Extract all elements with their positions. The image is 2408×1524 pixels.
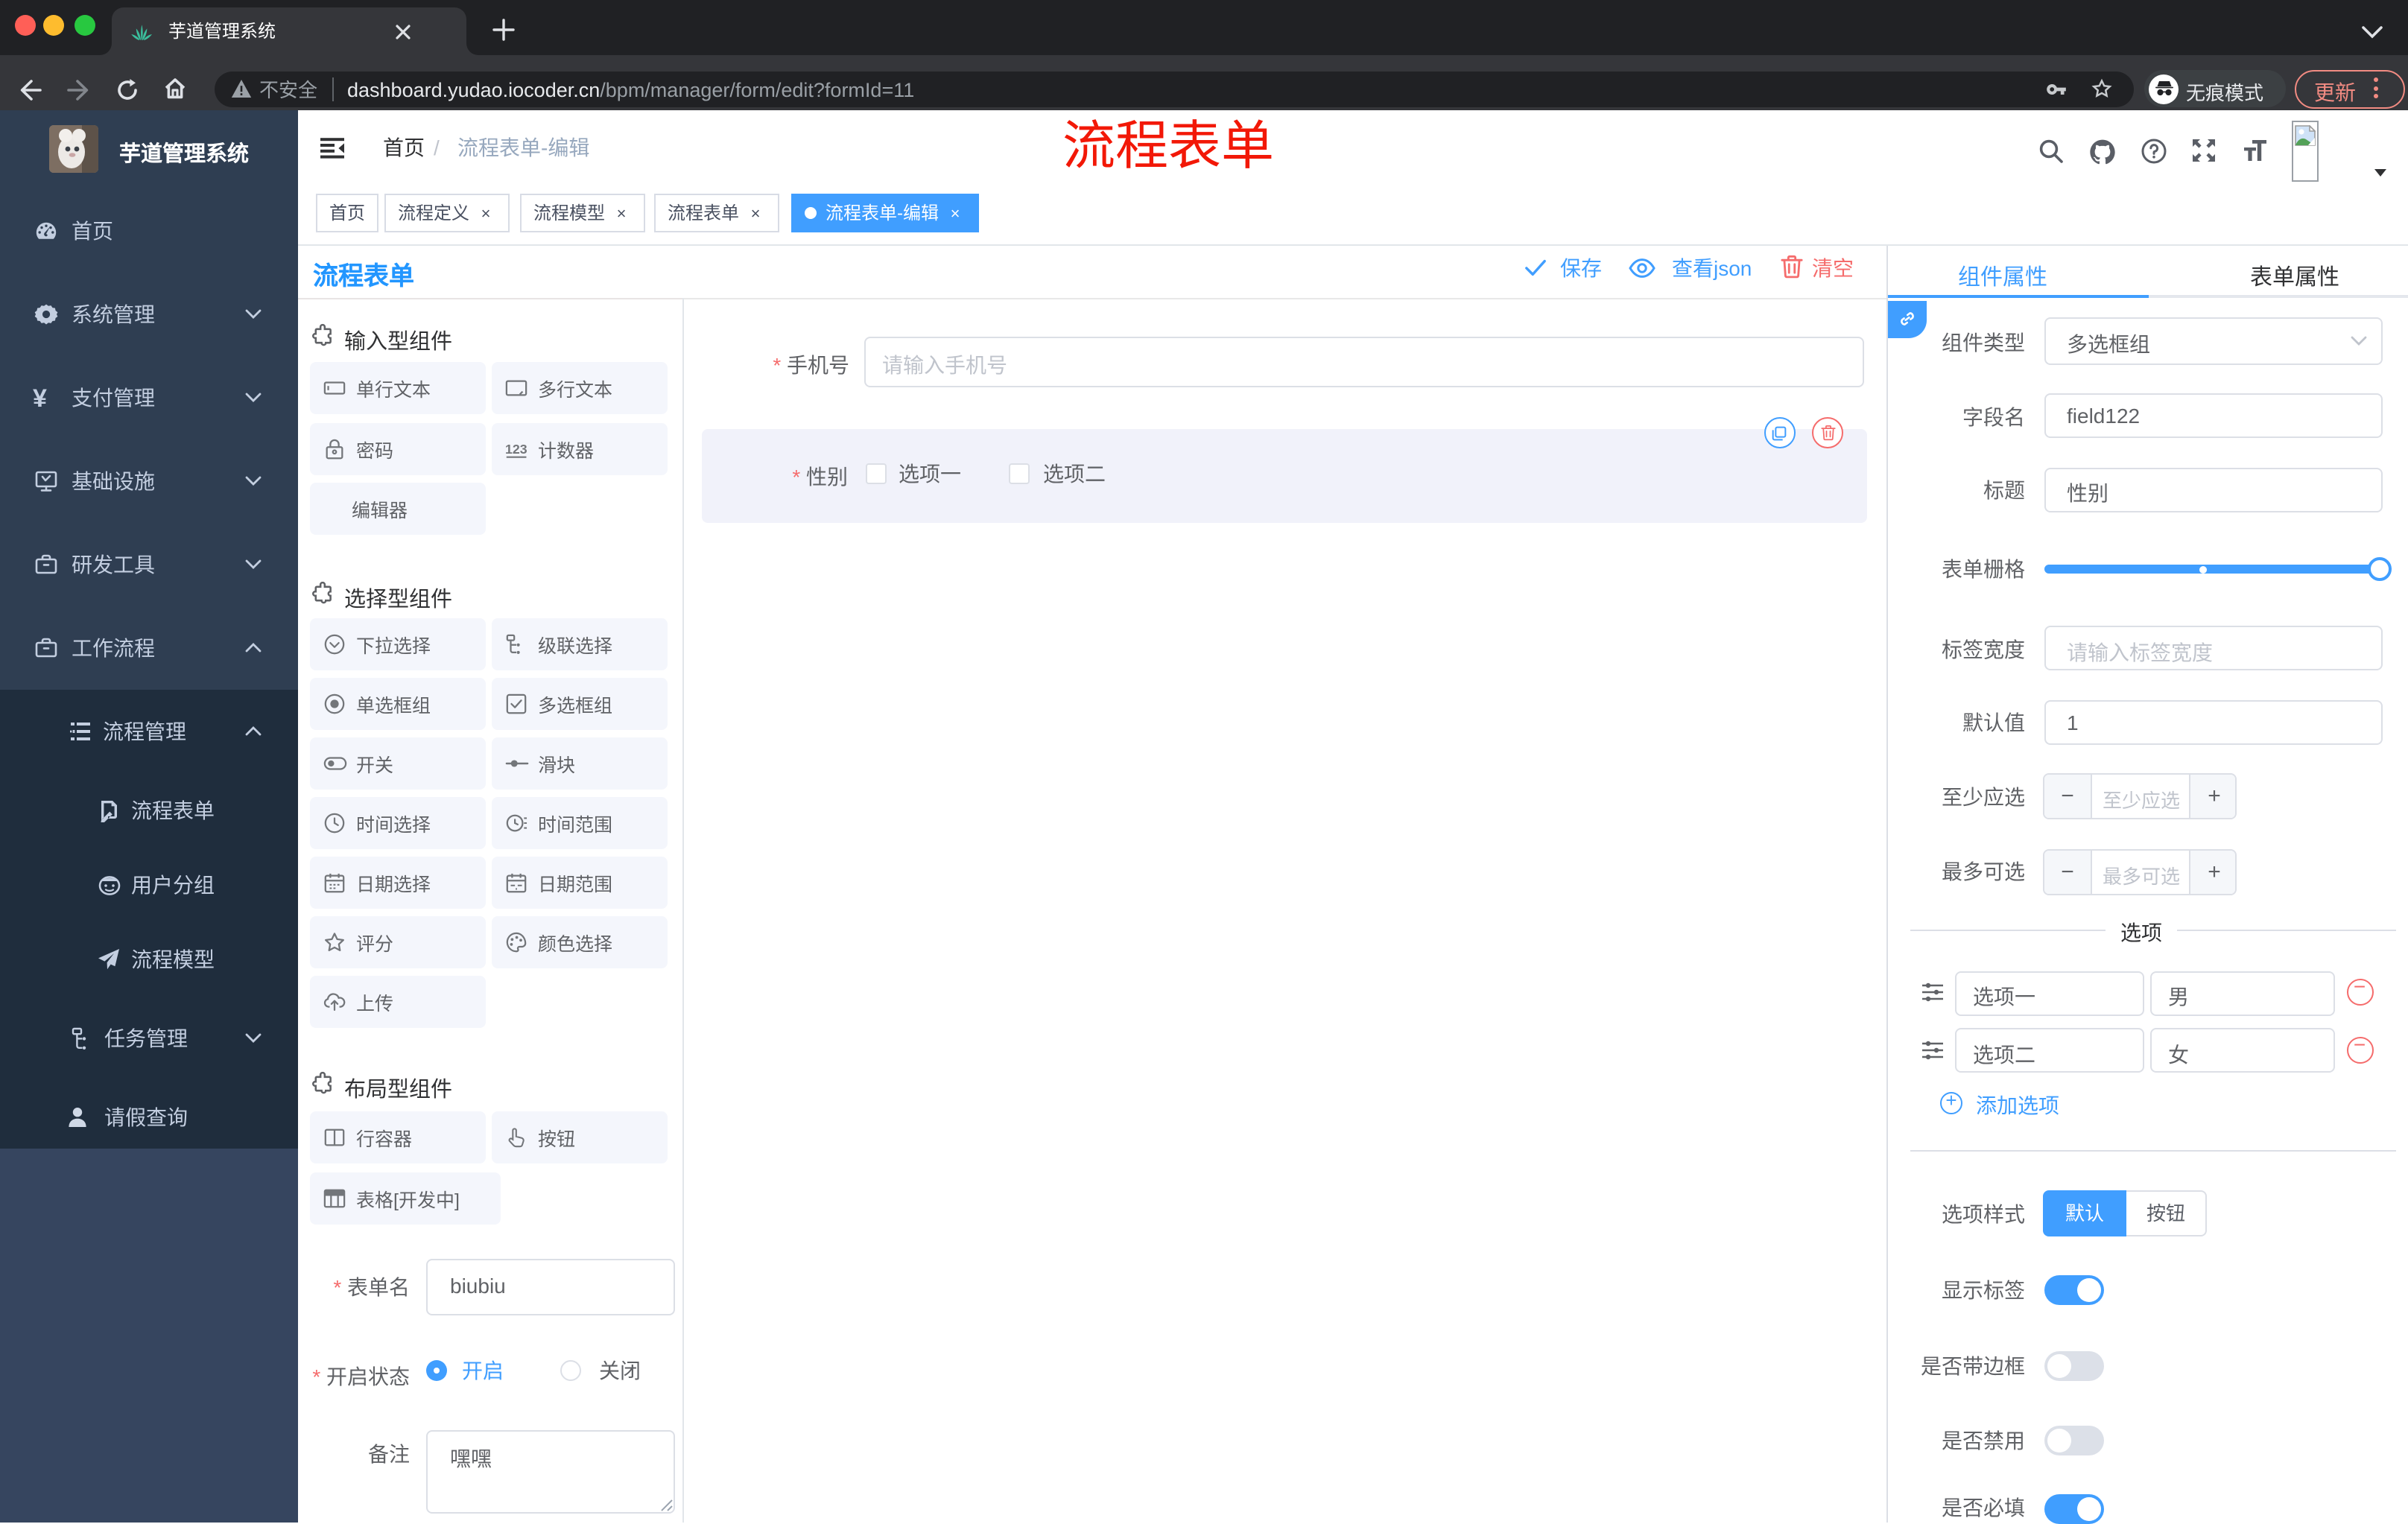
svg-text:123: 123: [505, 441, 527, 456]
